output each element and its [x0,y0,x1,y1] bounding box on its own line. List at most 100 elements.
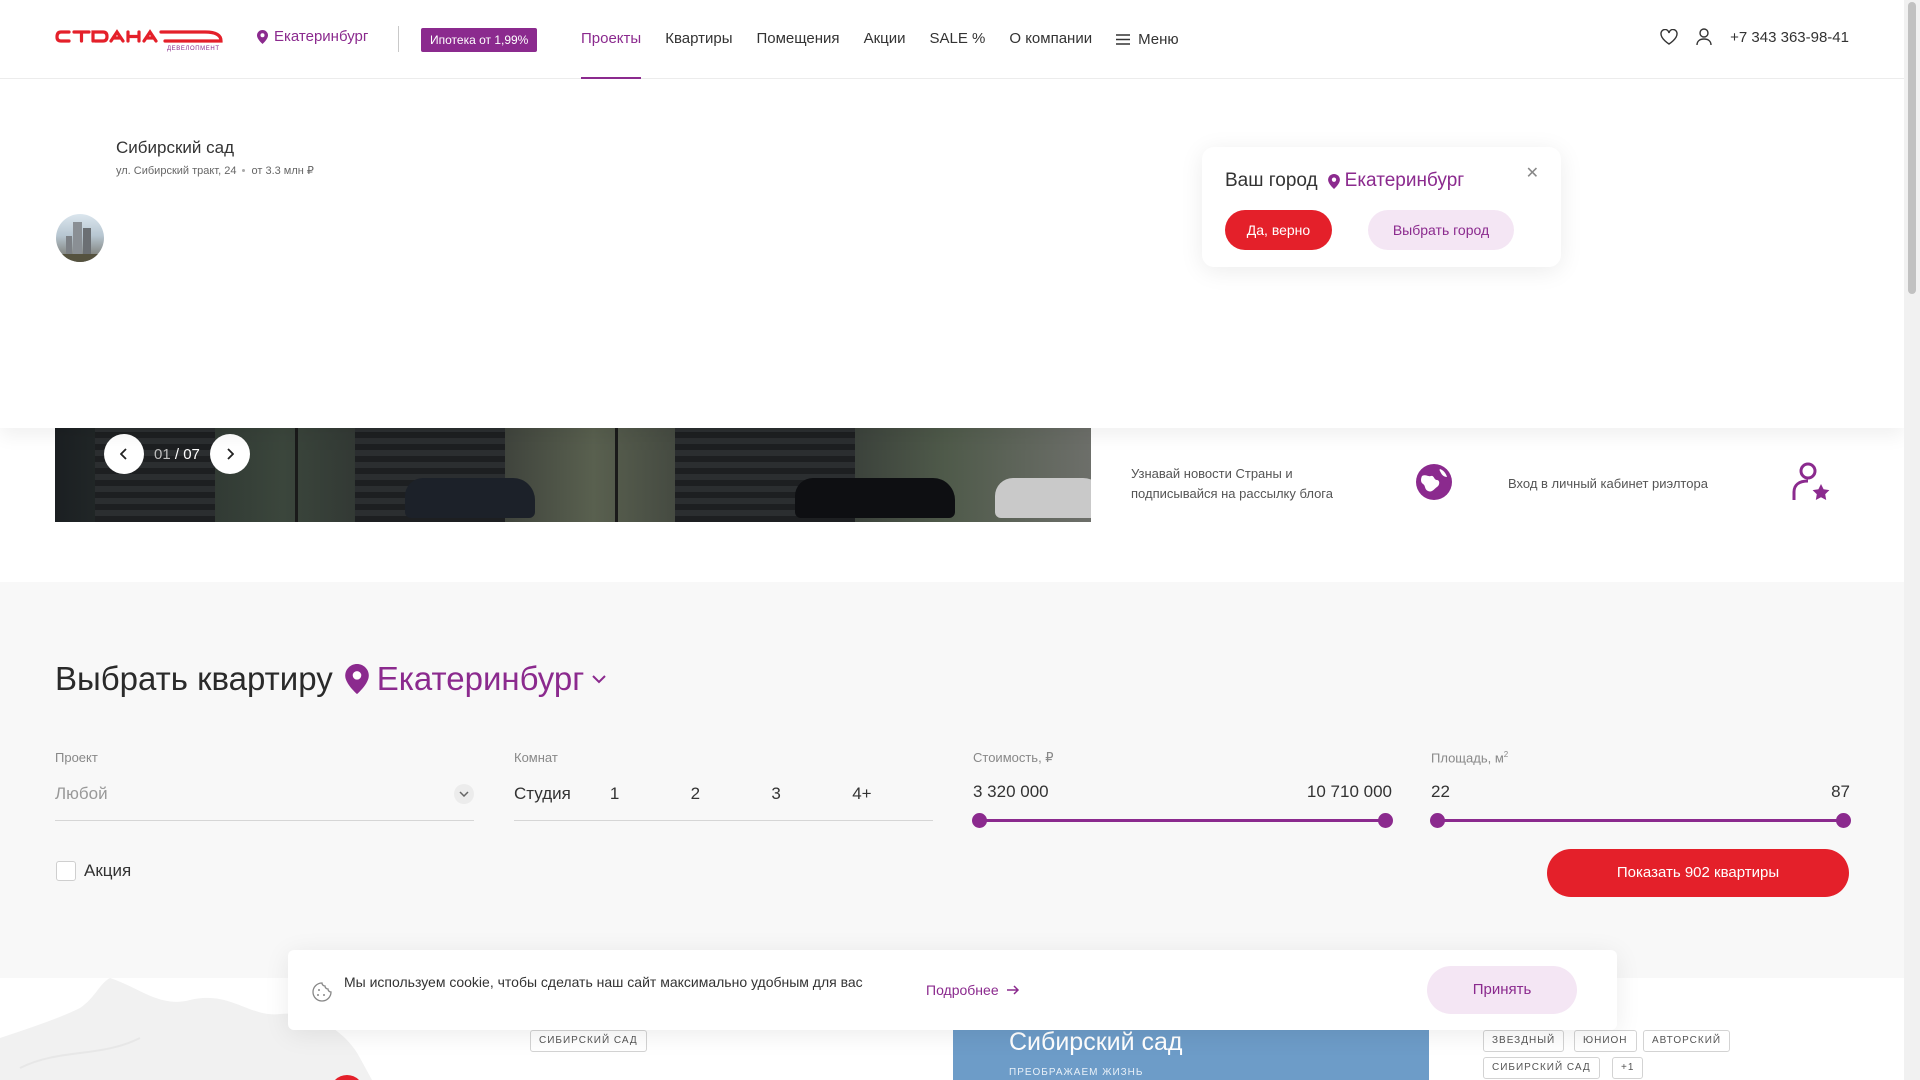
tag-zvezdny[interactable]: ЗВЕЗДНЫЙ [1483,1030,1565,1052]
tag-sibirsky-sad[interactable]: СИБИРСКИЙ САД [1483,1057,1600,1079]
header-city-label: Екатеринбург [274,28,369,45]
chevron-left-icon [120,448,127,460]
promo-checkbox-label[interactable]: Акция [84,861,131,881]
popup-question-label: Ваш город [1225,170,1318,191]
price-min-handle[interactable] [972,813,987,828]
header-city-selector[interactable]: Екатеринбург [257,28,368,45]
nav-sale[interactable]: SALE % [929,0,985,79]
area-range-slider[interactable] [1430,813,1851,828]
tag-union[interactable]: ЮНИОН [1574,1030,1637,1052]
area-max-handle[interactable] [1836,813,1851,828]
hamburger-icon [1116,34,1131,45]
room-option-4plus[interactable]: 4+ [852,784,933,820]
area-range-values: 22 87 [1431,782,1850,802]
project-select[interactable]: Любой [55,778,474,821]
slider-controls: 01 / 07 [104,434,250,474]
popup-question: Ваш город Екатеринбург [1225,170,1464,192]
cookie-banner: Мы используем cookie, чтобы сделать наш … [288,950,1617,1030]
header-divider [398,26,399,52]
logo[interactable]: ДЕВЕЛОПМЕНТ [55,28,225,52]
project-meta: ул. Сибирский тракт, 24 от 3.3 млн ₽ [116,164,314,178]
slider-next-button[interactable] [209,434,250,474]
room-option-studio[interactable]: Студия [514,784,610,820]
filter-city-label: Екатеринбург [376,660,585,697]
realtor-icon [1792,462,1830,500]
nav-premises[interactable]: Помещения [756,0,839,79]
meta-separator [242,169,246,172]
project-name[interactable]: Сибирский сад [116,138,234,158]
location-pin-icon [257,29,268,44]
cookie-text: Мы используем cookie, чтобы сделать наш … [344,974,863,990]
choose-city-button[interactable]: Выбрать город [1368,210,1514,250]
rooms-filter-label: Комнат [514,750,558,765]
room-option-3[interactable]: 3 [771,784,852,820]
close-icon[interactable]: ✕ [1526,163,1539,183]
cookie-more-link[interactable]: Подробнее [926,982,1020,998]
chevron-down-icon [592,674,607,683]
cookie-accept-button[interactable]: Принять [1427,966,1577,1014]
area-max: 87 [1831,782,1850,801]
header-phone[interactable]: +7 343 363-98-41 [1730,29,1849,46]
main-nav: Проекты Квартиры Помещения Акции SALE % … [581,0,1179,79]
confirm-city-button[interactable]: Да, верно [1225,210,1332,250]
price-max-handle[interactable] [1378,813,1393,828]
tag-more[interactable]: +1 [1612,1057,1644,1079]
cookie-icon [312,982,332,1002]
promo-card-subtitle: ПРЕОБРАЖАЕМ ЖИЗНЬ [1009,1067,1144,1078]
filter-title-text: Выбрать квартиру [55,660,333,697]
price-min: 3 320 000 [973,782,1049,801]
globe-icon [1416,464,1452,500]
realtor-card-text: Вход в личный кабинет риэлтора [1508,476,1708,491]
promo-checkbox[interactable] [56,861,76,881]
popup-city-label: Екатеринбург [1344,170,1465,191]
price-filter-label: Стоимость, ₽ [973,750,1054,765]
nav-apartments[interactable]: Квартиры [665,0,732,79]
project-thumbnail[interactable] [56,214,104,262]
area-filter-label: Площадь, м2 [1431,750,1509,766]
nav-menu-button[interactable]: Меню [1116,0,1179,79]
hero-project-panel: Сибирский сад ул. Сибирский тракт, 24 от… [0,79,1904,428]
nav-about[interactable]: О компании [1009,0,1092,79]
page-scrollbar[interactable] [1904,0,1920,1080]
building-image [56,222,104,262]
cookie-more-label: Подробнее [926,982,999,998]
heart-icon[interactable] [1660,29,1678,45]
nav-promotions[interactable]: Акции [864,0,906,79]
filter-city-selector[interactable]: Екатеринбург [344,660,607,698]
nav-projects[interactable]: Проекты [581,0,642,79]
site-header: ДЕВЕЛОПМЕНТ Екатеринбург Ипотека от 1,99… [0,0,1904,79]
city-confirm-popup: Ваш город Екатеринбург ✕ Да, верно Выбра… [1202,147,1561,267]
slide-total: 07 [183,445,200,463]
room-option-2[interactable]: 2 [691,784,772,820]
price-range-slider[interactable] [972,813,1393,828]
location-pin-icon [1327,173,1340,189]
area-min: 22 [1431,782,1450,801]
slide-current: 01 [154,445,171,463]
project-tag[interactable]: СИБИРСКИЙ САД [530,1030,647,1052]
show-apartments-button[interactable]: Показать 902 квартиры [1547,849,1849,897]
project-address: ул. Сибирский тракт, 24 [116,164,237,177]
chevron-down-icon [454,784,474,804]
svg-text:ДЕВЕЛОПМЕНТ: ДЕВЕЛОПМЕНТ [167,46,220,52]
popup-city: Екатеринбург [1327,170,1465,192]
nav-menu-label: Меню [1138,30,1179,48]
arrow-right-icon [1006,985,1019,995]
user-icon[interactable] [1696,28,1712,46]
price-max: 10 710 000 [1306,782,1392,801]
header-actions: +7 343 363-98-41 [1660,28,1849,46]
project-price: от 3.3 млн ₽ [251,165,314,177]
price-range-values: 3 320 000 10 710 000 [973,782,1392,802]
area-min-handle[interactable] [1430,813,1445,828]
slider-prev-button[interactable] [104,434,144,474]
chevron-right-icon [227,448,234,460]
project-filter-label: Проект [55,750,98,765]
realtor-login-card[interactable]: Вход в личный кабинет риэлтора [1488,428,1849,522]
mortgage-badge[interactable]: Ипотека от 1,99% [421,28,538,52]
rooms-selector: Студия 1 2 3 4+ [514,778,933,821]
scrollbar-thumb[interactable] [1908,2,1916,294]
tag-avtorsky[interactable]: АВТОРСКИЙ [1643,1030,1731,1052]
project-select-value: Любой [55,784,108,803]
room-option-1[interactable]: 1 [610,784,691,820]
location-pin-icon [344,664,369,694]
blog-subscribe-card[interactable]: Узнавай новости Страны и подписывайся на… [1111,428,1472,522]
